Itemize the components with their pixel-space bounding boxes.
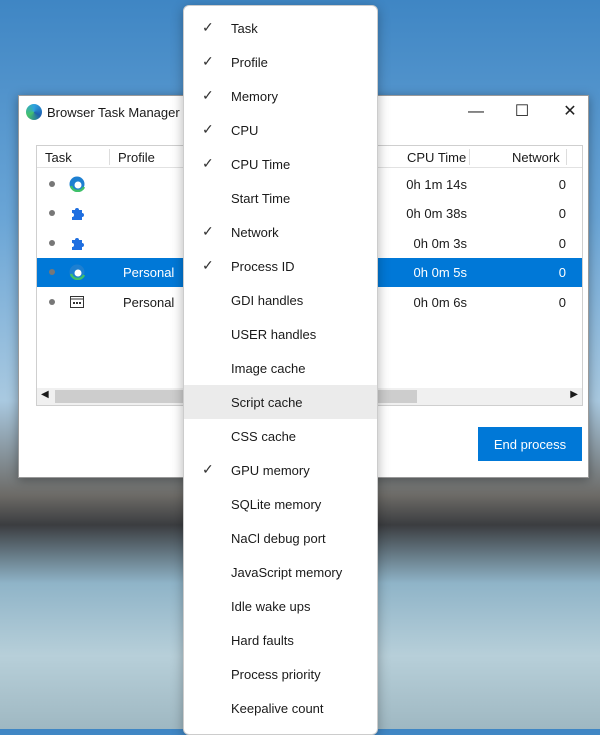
menu-item-label: Keepalive count bbox=[231, 701, 324, 716]
menu-item[interactable]: GDI handles bbox=[184, 283, 377, 317]
cpu-time-cell: 0h 0m 3s bbox=[413, 236, 467, 251]
window-title: Browser Task Manager bbox=[47, 105, 180, 120]
menu-item-label: CPU Time bbox=[231, 157, 291, 172]
menu-item-label: Process ID bbox=[231, 259, 295, 274]
header-profile[interactable]: Profile bbox=[118, 150, 155, 165]
menu-item-label: SQLite memory bbox=[231, 497, 322, 512]
menu-item-label: Hard faults bbox=[231, 633, 294, 648]
menu-item[interactable]: ✓ Process ID bbox=[184, 249, 377, 283]
menu-item-label: USER handles bbox=[231, 327, 317, 342]
scroll-right-icon[interactable]: ▶ bbox=[570, 389, 578, 400]
network-cell: 0 bbox=[558, 177, 566, 192]
menu-item[interactable]: USER handles bbox=[184, 317, 377, 351]
checkmark-icon: ✓ bbox=[202, 461, 214, 477]
menu-item-label: CSS cache bbox=[231, 429, 297, 444]
edge-beta-logo-icon bbox=[26, 104, 42, 120]
checkmark-icon: ✓ bbox=[202, 155, 214, 171]
network-cell: 0 bbox=[558, 236, 566, 251]
extension-icon bbox=[69, 205, 85, 221]
network-cell: 0 bbox=[558, 295, 566, 310]
checkmark-icon: ✓ bbox=[202, 87, 214, 103]
profile-cell: Personal bbox=[123, 265, 175, 280]
menu-item[interactable]: Keepalive count bbox=[184, 691, 377, 725]
menu-item-label: GPU memory bbox=[231, 463, 310, 478]
menu-item[interactable]: SQLite memory bbox=[184, 487, 377, 521]
menu-item-label: Start Time bbox=[231, 191, 291, 206]
end-process-button[interactable]: End process bbox=[478, 427, 582, 461]
cpu-time-cell: 0h 0m 5s bbox=[413, 265, 467, 280]
cpu-time-cell: 0h 0m 6s bbox=[413, 295, 467, 310]
menu-item[interactable]: ✓ Network bbox=[184, 215, 377, 249]
menu-item[interactable]: ✓ Memory bbox=[184, 79, 377, 113]
menu-item-label: Task bbox=[231, 21, 258, 36]
menu-item[interactable]: ✓ CPU Time bbox=[184, 147, 377, 181]
menu-item[interactable]: ✓ GPU memory bbox=[184, 453, 377, 487]
status-dot bbox=[49, 210, 55, 216]
menu-item-label: Image cache bbox=[231, 361, 306, 376]
minimize-button[interactable]: — bbox=[453, 100, 499, 124]
menu-item[interactable]: NaCl debug port bbox=[184, 521, 377, 555]
cpu-time-cell: 0h 0m 38s bbox=[406, 206, 467, 221]
profile-cell: Personal bbox=[123, 295, 175, 310]
maximize-button[interactable]: ☐ bbox=[499, 100, 545, 124]
menu-item[interactable]: Image cache bbox=[184, 351, 377, 385]
menu-item-label: NaCl debug port bbox=[231, 531, 326, 546]
status-dot bbox=[49, 269, 55, 275]
menu-item-label: Memory bbox=[231, 89, 278, 104]
menu-item[interactable]: Idle wake ups bbox=[184, 589, 377, 623]
edge-icon bbox=[69, 264, 86, 281]
menu-item[interactable]: ✓ CPU bbox=[184, 113, 377, 147]
menu-item[interactable]: Process priority bbox=[184, 657, 377, 691]
menu-item[interactable]: JavaScript memory bbox=[184, 555, 377, 589]
menu-item-label: Script cache bbox=[231, 395, 303, 410]
extension-icon bbox=[69, 235, 85, 251]
utility-process-icon bbox=[69, 294, 85, 310]
checkmark-icon: ✓ bbox=[202, 53, 214, 69]
edge-beta-icon bbox=[69, 176, 86, 193]
checkmark-icon: ✓ bbox=[202, 121, 214, 137]
menu-item-label: JavaScript memory bbox=[231, 565, 343, 580]
column-context-menu: ✓ Task ✓ Profile ✓ Memory ✓ CPU ✓ CPU Time Start T… bbox=[183, 5, 378, 735]
network-cell: 0 bbox=[558, 206, 566, 221]
menu-item[interactable]: Script cache bbox=[184, 385, 377, 419]
menu-item[interactable]: Start Time bbox=[184, 181, 377, 215]
menu-item-label: CPU bbox=[231, 123, 259, 138]
checkmark-icon: ✓ bbox=[202, 223, 214, 239]
network-cell: 0 bbox=[558, 265, 566, 280]
scroll-left-icon[interactable]: ◀ bbox=[41, 389, 49, 400]
header-network[interactable]: Network bbox=[512, 150, 560, 165]
menu-item-label: Profile bbox=[231, 55, 268, 70]
header-cpu-time[interactable]: CPU Time bbox=[407, 150, 466, 165]
menu-item-label: Network bbox=[231, 225, 279, 240]
menu-item[interactable]: ✓ Profile bbox=[184, 45, 377, 79]
close-button[interactable]: ✕ bbox=[547, 100, 593, 124]
cpu-time-cell: 0h 1m 14s bbox=[406, 177, 467, 192]
status-dot bbox=[49, 181, 55, 187]
status-dot bbox=[49, 299, 55, 305]
header-task[interactable]: Task bbox=[45, 150, 72, 165]
menu-item[interactable]: CSS cache bbox=[184, 419, 377, 453]
menu-item-label: Process priority bbox=[231, 667, 321, 682]
menu-item-label: GDI handles bbox=[231, 293, 304, 308]
menu-item-label: Idle wake ups bbox=[231, 599, 311, 614]
status-dot bbox=[49, 240, 55, 246]
checkmark-icon: ✓ bbox=[202, 257, 214, 273]
menu-item[interactable]: Hard faults bbox=[184, 623, 377, 657]
menu-item[interactable]: ✓ Task bbox=[184, 11, 377, 45]
checkmark-icon: ✓ bbox=[202, 19, 214, 35]
